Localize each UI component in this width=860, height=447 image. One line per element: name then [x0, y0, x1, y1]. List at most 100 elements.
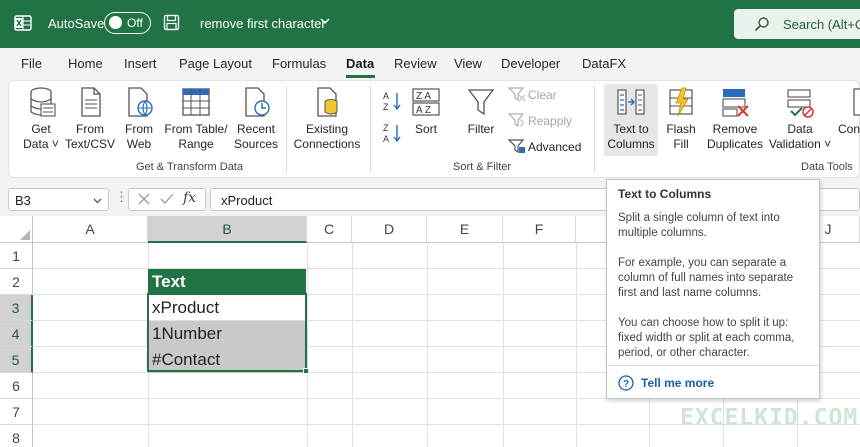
tab-formulas[interactable]: Formulas: [272, 56, 326, 71]
flash-fill-button[interactable]: Flash Fill: [662, 86, 700, 152]
svg-text:A: A: [383, 91, 389, 101]
group-data-tools-label: Data Tools: [801, 161, 853, 173]
connections-icon: [317, 87, 338, 117]
column-header-f[interactable]: F: [503, 216, 576, 243]
tooltip-title: Text to Columns: [618, 187, 712, 201]
document-title[interactable]: remove first character: [200, 16, 326, 31]
tab-review[interactable]: Review: [394, 56, 437, 71]
column-header-a[interactable]: A: [33, 216, 148, 243]
sort-button[interactable]: Z A A Z Sort: [408, 86, 444, 137]
name-box[interactable]: B3: [8, 188, 109, 211]
from-table-range-button[interactable]: From Table/ Range: [162, 86, 230, 152]
tab-page-layout[interactable]: Page Layout: [179, 56, 252, 71]
clear-button[interactable]: Clear: [528, 88, 557, 102]
recent-clock-icon: [245, 87, 270, 117]
from-text-csv-label-2: Text/CSV: [64, 137, 115, 151]
consolidate-icon: [853, 88, 860, 116]
consolidate-button[interactable]: Con: [836, 86, 860, 137]
recent-sources-button[interactable]: Recent Sources: [230, 86, 282, 152]
chevron-down-icon[interactable]: [320, 16, 330, 26]
column-header-c[interactable]: C: [307, 216, 352, 243]
text-to-columns-icon: [617, 89, 645, 115]
sort-a-to-z-icon[interactable]: A Z: [382, 90, 402, 112]
remove-duplicates-button[interactable]: Remove Duplicates: [704, 86, 766, 152]
ribbon-tabs: File Home Insert Page Layout Formulas Da…: [0, 48, 860, 78]
tell-me-more-link[interactable]: Tell me more: [641, 376, 714, 390]
tab-developer[interactable]: Developer: [501, 56, 560, 71]
sort-icon: Z A A Z: [412, 88, 440, 116]
fill-handle[interactable]: [303, 368, 309, 374]
ribbon-separator: [370, 86, 371, 172]
search-box[interactable]: Search (Alt+Q): [734, 9, 860, 39]
svg-text:A Z: A Z: [416, 105, 431, 116]
chevron-down-icon[interactable]: [93, 196, 102, 205]
sort-label: Sort: [414, 122, 437, 136]
tooltip-paragraph: You can choose how to split it up: fixed…: [618, 317, 795, 359]
group-sort-filter-label: Sort & Filter: [453, 161, 512, 173]
existing-connections-label-1: Existing: [305, 122, 349, 136]
row-header-3[interactable]: 3: [0, 295, 33, 321]
enter-check-icon[interactable]: [160, 192, 174, 206]
selection-border: [147, 293, 307, 372]
tooltip-divider: [607, 365, 819, 366]
row-header-7[interactable]: 7: [0, 399, 33, 425]
consolidate-label: Con: [838, 122, 860, 136]
filter-button[interactable]: Filter: [462, 86, 500, 137]
row-header-8[interactable]: 8: [0, 425, 33, 447]
get-data-label-2: Data ˅: [23, 137, 59, 151]
gridline: [503, 243, 504, 447]
row-header-5[interactable]: 5: [0, 347, 33, 373]
advanced-filter-icon: [508, 139, 525, 154]
excel-logo-icon: [14, 15, 32, 31]
filter-funnel-icon: [467, 89, 495, 116]
data-validation-button[interactable]: Data Validation ˅: [766, 86, 834, 152]
reapply-icon: [508, 113, 525, 128]
svg-text:?: ?: [623, 379, 629, 390]
sort-z-to-a-icon[interactable]: Z A: [382, 122, 402, 144]
row-header-1[interactable]: 1: [0, 243, 33, 269]
tab-home[interactable]: Home: [68, 56, 103, 71]
tooltip-paragraph: Split a single column of text into multi…: [618, 212, 780, 239]
web-globe-icon: [128, 87, 153, 117]
tab-insert[interactable]: Insert: [124, 56, 157, 71]
text-file-icon: [81, 87, 101, 117]
help-icon[interactable]: ?: [618, 375, 634, 391]
tab-view[interactable]: View: [454, 56, 482, 71]
save-icon[interactable]: [163, 14, 180, 31]
row-header-6[interactable]: 6: [0, 373, 33, 399]
from-web-label-2: Web: [126, 137, 152, 151]
column-header-e[interactable]: E: [427, 216, 503, 243]
select-all-icon: [20, 230, 30, 240]
from-table-range-label-2: Range: [178, 137, 214, 151]
tab-data[interactable]: Data: [346, 56, 374, 71]
column-header-b[interactable]: B: [148, 216, 307, 243]
column-header-d[interactable]: D: [352, 216, 427, 243]
data-validation-label-1: Data: [787, 122, 813, 136]
row-header-2[interactable]: 2: [0, 269, 33, 295]
remove-duplicates-label-2: Duplicates: [706, 137, 764, 151]
search-icon: [754, 17, 769, 32]
row-header-4[interactable]: 4: [0, 321, 33, 347]
tab-file[interactable]: File: [21, 56, 42, 71]
from-text-csv-button[interactable]: From Text/CSV: [64, 86, 116, 152]
cell-b2[interactable]: Text: [148, 269, 306, 295]
formula-bar-grip[interactable]: ⋮: [115, 189, 128, 205]
text-to-columns-button[interactable]: Text to Columns: [604, 86, 658, 152]
from-web-button[interactable]: From Web: [118, 86, 160, 152]
insert-function-button[interactable]: fx: [183, 190, 196, 206]
tab-datafx[interactable]: DataFX: [582, 56, 626, 71]
existing-connections-button[interactable]: Existing Connections: [290, 86, 364, 152]
flash-fill-icon: [669, 87, 693, 117]
get-data-button[interactable]: Get Data ˅: [18, 86, 64, 152]
from-table-range-label-1: From Table/: [164, 122, 228, 136]
database-icon: [30, 87, 56, 117]
advanced-button[interactable]: Advanced: [528, 140, 581, 154]
autosave-label: AutoSave: [48, 16, 105, 31]
cancel-icon[interactable]: [137, 192, 151, 206]
autosave-toggle[interactable]: Off: [104, 12, 151, 34]
text-to-columns-tooltip: Text to Columns Split a single column of…: [606, 179, 820, 399]
recent-sources-label-2: Sources: [233, 137, 279, 151]
remove-duplicates-label-1: Remove: [712, 122, 758, 136]
watermark-logo: EXCELKID.COM: [680, 405, 859, 431]
reapply-button[interactable]: Reapply: [528, 114, 572, 128]
